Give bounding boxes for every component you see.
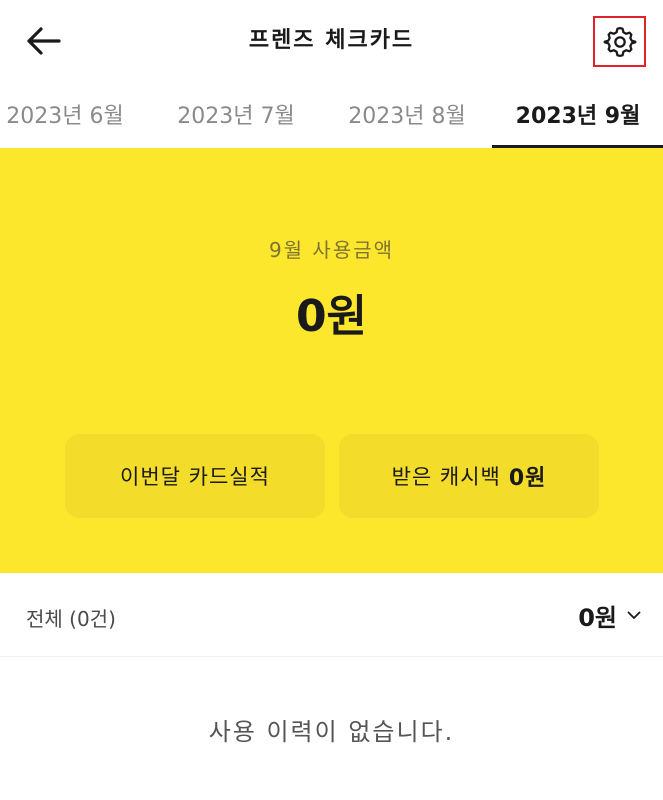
page-title: 프렌즈 체크카드 — [248, 28, 415, 53]
month-tabs: 2023년 6월 2023년 7월 2023년 8월 2023년 9월 — [0, 80, 663, 148]
cashback-amount: 0원 — [508, 466, 547, 491]
tab-2023-08[interactable]: 2023년 8월 — [322, 80, 492, 148]
tab-2023-09[interactable]: 2023년 9월 — [493, 80, 663, 148]
transaction-count: 전체 (0건) — [26, 607, 116, 631]
usage-amount: 0원 — [295, 291, 368, 342]
transaction-list-header: 전체 (0건) 0원 — [0, 573, 663, 657]
usage-label: 9월 사용금액 — [268, 238, 395, 262]
total-amount-dropdown[interactable]: 0원 — [578, 599, 641, 632]
total-amount: 0원 — [578, 603, 617, 632]
card-performance-button[interactable]: 이번달 카드실적 — [65, 434, 325, 518]
empty-history-message: 사용 이력이 없습니다. — [208, 718, 455, 746]
usage-summary-panel: 9월 사용금액 0원 이번달 카드실적 받은 캐시백 0원 — [0, 148, 663, 573]
cashback-label: 받은 캐시백 — [391, 465, 501, 489]
settings-button[interactable] — [593, 16, 646, 67]
card-performance-label: 이번달 카드실적 — [120, 465, 270, 489]
chevron-down-icon — [627, 611, 641, 619]
gear-icon — [603, 26, 636, 57]
tab-2023-07[interactable]: 2023년 7월 — [151, 80, 321, 148]
app-header: 프렌즈 체크카드 — [0, 0, 663, 80]
cashback-button[interactable]: 받은 캐시백 0원 — [339, 434, 599, 518]
tab-2023-06[interactable]: 2023년 6월 — [0, 80, 150, 148]
